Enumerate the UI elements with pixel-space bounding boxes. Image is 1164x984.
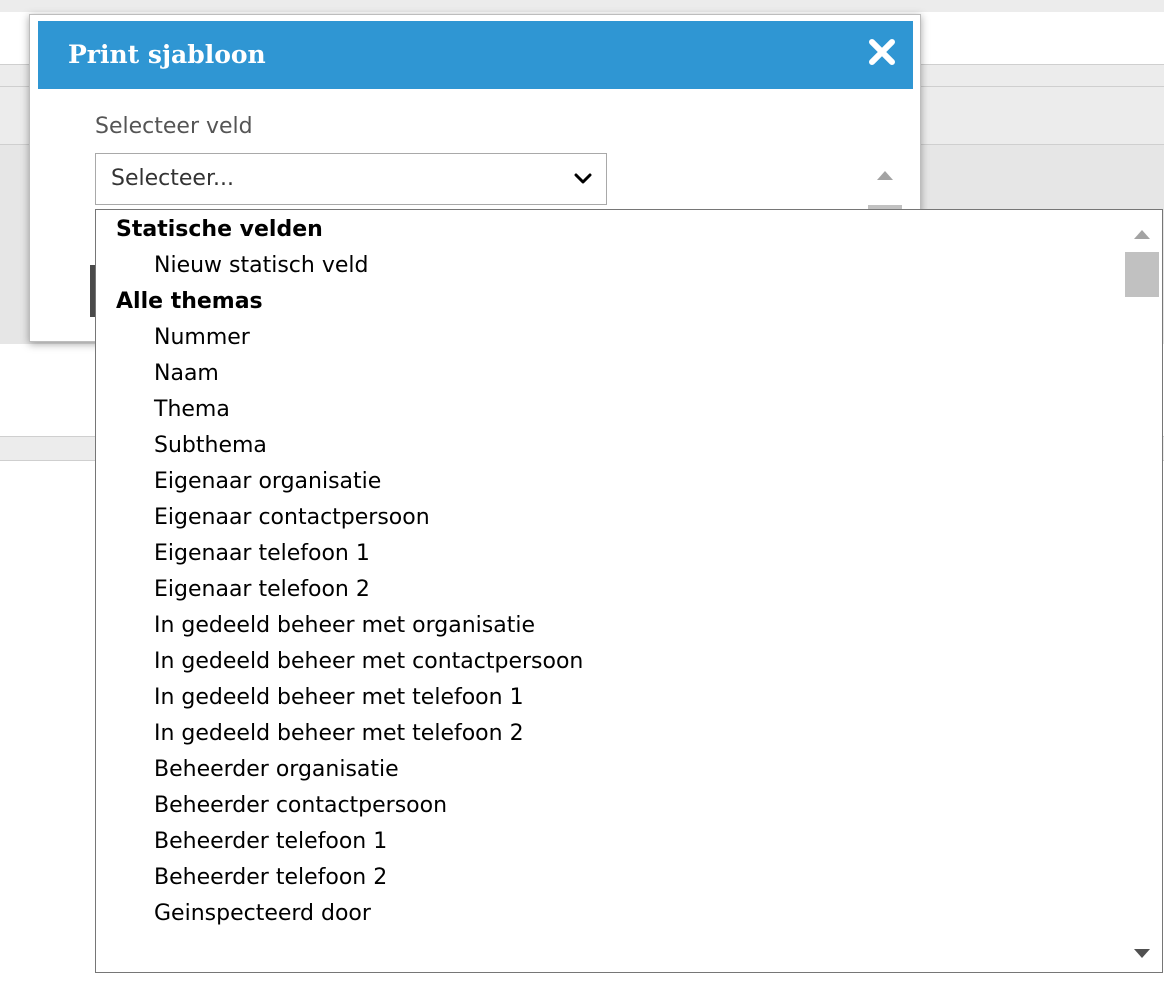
select-value: Selecteer... <box>111 166 234 191</box>
option-item[interactable]: In gedeeld beheer met telefoon 1 <box>96 680 1120 716</box>
select-field-label: Selecteer veld <box>95 114 253 139</box>
scroll-down-arrow-icon[interactable] <box>1134 949 1150 958</box>
option-item[interactable]: Nieuw statisch veld <box>96 248 1120 284</box>
chevron-down-icon <box>574 173 592 184</box>
select-dropdown-list[interactable]: Statische velden Nieuw statisch veld All… <box>95 209 1163 973</box>
option-item[interactable]: Geinspecteerd door <box>96 896 1120 932</box>
close-icon <box>869 39 895 65</box>
option-item[interactable]: Beheerder contactpersoon <box>96 788 1120 824</box>
scrollbar-thumb[interactable] <box>1125 252 1159 297</box>
field-select[interactable]: Selecteer... <box>95 153 607 205</box>
option-item[interactable]: Thema <box>96 392 1120 428</box>
option-item[interactable]: Beheerder telefoon 1 <box>96 824 1120 860</box>
option-item[interactable]: Subthema <box>96 428 1120 464</box>
option-item[interactable]: Eigenaar contactpersoon <box>96 500 1120 536</box>
background-band <box>0 0 1164 12</box>
dialog-header: Print sjabloon <box>38 21 913 89</box>
scroll-up-arrow-icon[interactable] <box>1134 230 1150 239</box>
options-container: Statische velden Nieuw statisch veld All… <box>96 212 1120 932</box>
close-button[interactable] <box>865 35 899 69</box>
dropdown-scrollbar[interactable] <box>1122 210 1162 972</box>
option-item[interactable]: Eigenaar telefoon 2 <box>96 572 1120 608</box>
scroll-up-arrow-icon[interactable] <box>877 171 893 180</box>
optgroup-label: Alle themas <box>116 289 263 314</box>
option-item[interactable]: In gedeeld beheer met telefoon 2 <box>96 716 1120 752</box>
option-item[interactable]: Beheerder organisatie <box>96 752 1120 788</box>
option-item[interactable]: Nummer <box>96 320 1120 356</box>
option-item[interactable]: Eigenaar organisatie <box>96 464 1120 500</box>
dialog-title: Print sjabloon <box>68 40 266 69</box>
option-item[interactable]: Eigenaar telefoon 1 <box>96 536 1120 572</box>
option-item[interactable]: Naam <box>96 356 1120 392</box>
optgroup-label: Statische velden <box>116 217 323 242</box>
option-item[interactable]: In gedeeld beheer met organisatie <box>96 608 1120 644</box>
option-item[interactable]: Beheerder telefoon 2 <box>96 860 1120 896</box>
option-item[interactable]: In gedeeld beheer met contactpersoon <box>96 644 1120 680</box>
